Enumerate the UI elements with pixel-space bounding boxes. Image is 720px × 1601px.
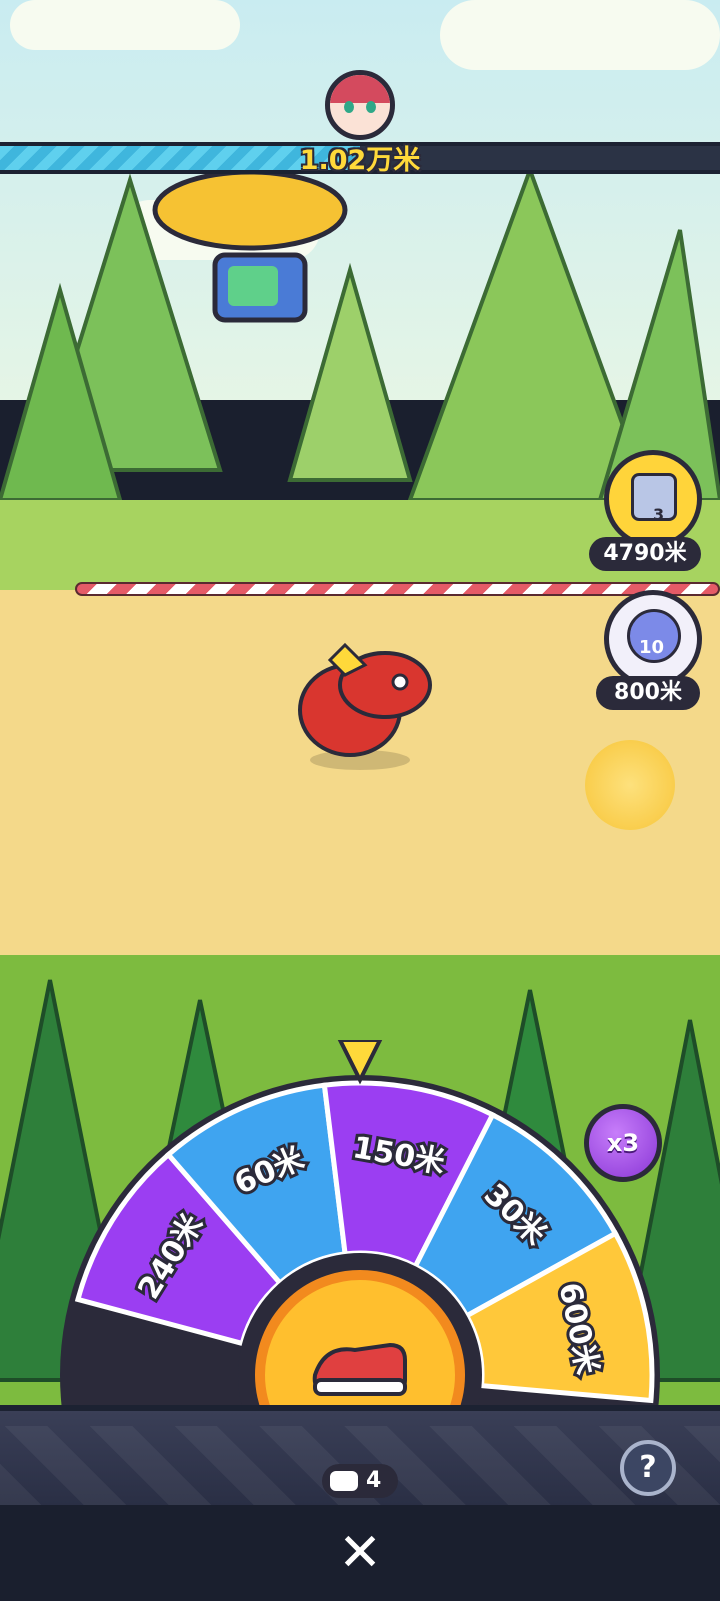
blimp-icon [152, 170, 348, 251]
wheel-pointer-icon [337, 1040, 383, 1085]
reward-badge: 10 [639, 637, 665, 658]
reward-cat-capsule[interactable]: 10 [604, 590, 702, 688]
tv-screen-display [228, 266, 278, 306]
close-button[interactable]: ✕ [332, 1525, 388, 1581]
reward-badge: 3 [653, 505, 665, 524]
reward-mystery-box[interactable]: 3 [604, 450, 702, 548]
multiplier-button[interactable]: x3 [584, 1104, 662, 1182]
help-button[interactable]: ? [620, 1440, 676, 1496]
dragon-character[interactable] [290, 630, 450, 780]
shoe-counter: 4 [322, 1464, 398, 1498]
spin-wheel[interactable]: 240米60米 150米30米600米 [0, 1040, 720, 1460]
shoe-count-label: 4 [366, 1468, 382, 1493]
coin-icon [585, 740, 675, 830]
reward-distance-label: 800米 [596, 676, 700, 710]
cloud [10, 0, 240, 50]
reward-distance-label: 4790米 [589, 537, 701, 571]
game-scene: 3 4790米 10 800米 240米 60米 150米 30米 600米 x3 4 … [0, 0, 720, 1601]
track-rail [75, 582, 720, 596]
cloud [440, 0, 720, 70]
sneaker-icon [330, 1471, 358, 1491]
tree [287, 262, 413, 482]
distance-label: 1.02万米 [299, 145, 421, 176]
avatar[interactable] [325, 70, 395, 140]
